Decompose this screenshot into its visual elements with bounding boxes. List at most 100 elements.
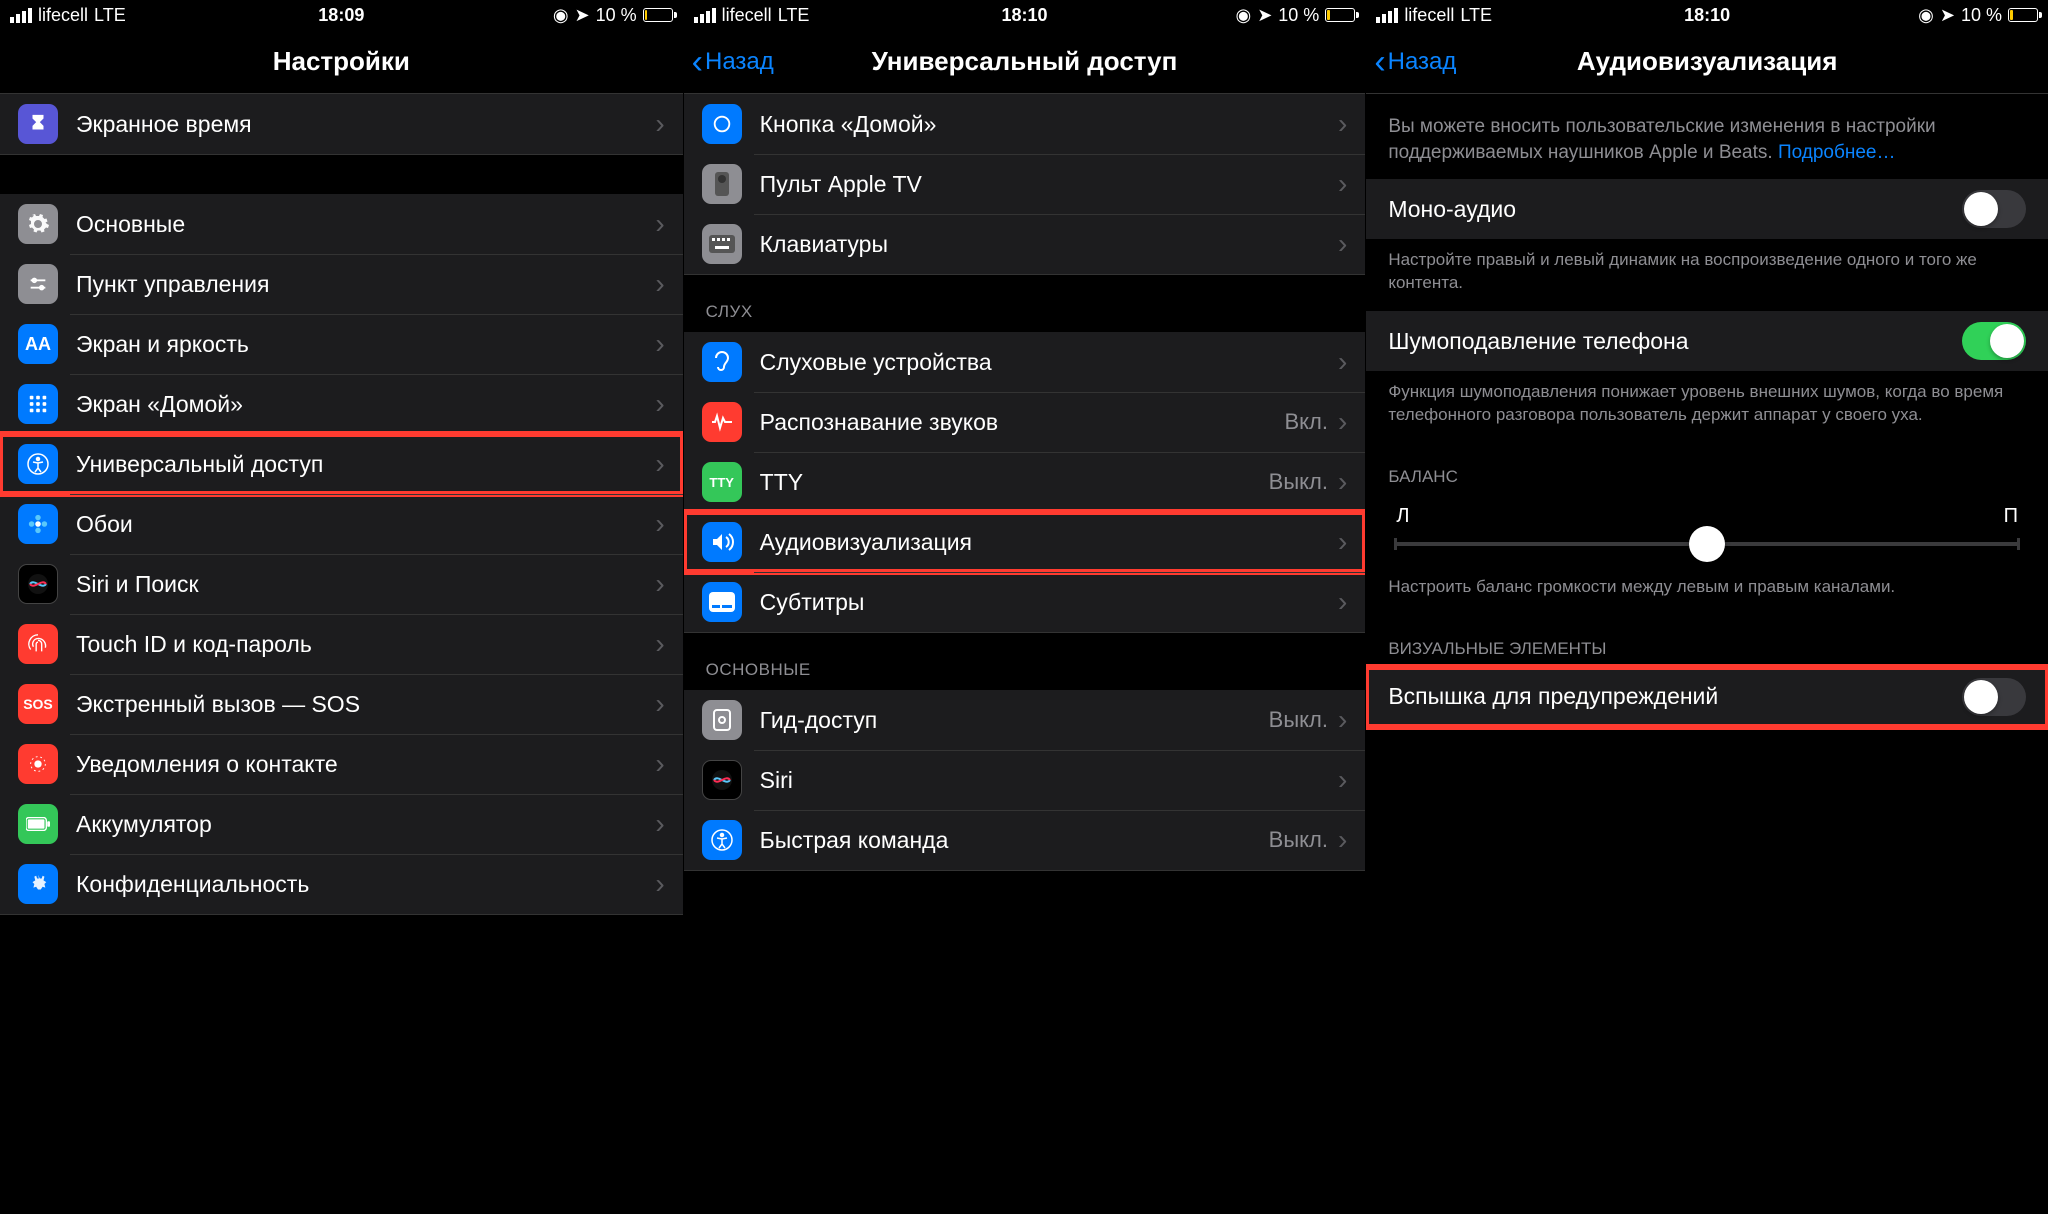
access-icon <box>18 444 58 484</box>
chevron-right-icon: › <box>1338 586 1347 618</box>
status-bar: lifecell LTE 18:10 ◉ ➤ 10 % <box>1366 0 2048 30</box>
row-label: Обои <box>76 511 655 538</box>
chevron-right-icon: › <box>655 628 664 660</box>
list-row[interactable]: Siri и Поиск› <box>0 554 683 614</box>
row-label: Универсальный доступ <box>76 451 655 478</box>
chevron-right-icon: › <box>1338 526 1347 558</box>
cc-icon <box>702 582 742 622</box>
row-label: Вспышка для предупреждений <box>1388 683 1718 710</box>
aa-icon: AA <box>18 324 58 364</box>
list-row[interactable]: Клавиатуры› <box>684 214 1366 274</box>
list-row[interactable]: Субтитры› <box>684 572 1366 632</box>
back-button[interactable]: ‹ Назад <box>692 45 774 79</box>
section-header-visual: ВИЗУАЛЬНЫЕ ЭЛЕМЕНТЫ <box>1366 615 2048 667</box>
intro-text: Вы можете вносить пользовательские измен… <box>1366 94 2048 179</box>
status-bar: lifecell LTE 18:10 ◉ ➤ 10 % <box>684 0 1366 30</box>
back-button[interactable]: ‹ Назад <box>1374 45 1456 79</box>
list-row[interactable]: Слуховые устройства› <box>684 332 1366 392</box>
list-row[interactable]: Кнопка «Домой»› <box>684 94 1366 154</box>
balance-slider-row: Л П <box>1366 495 2048 566</box>
switch-noise-cancel[interactable] <box>1962 322 2026 360</box>
guide-icon <box>702 700 742 740</box>
grid-icon <box>18 384 58 424</box>
wave-icon <box>702 402 742 442</box>
slider-thumb[interactable] <box>1689 526 1725 562</box>
nav-bar: ‹ Назад Универсальный доступ <box>684 30 1366 94</box>
list-row[interactable]: Пульт Apple TV› <box>684 154 1366 214</box>
flower-icon <box>18 504 58 544</box>
row-label: TTY <box>760 469 1269 496</box>
row-label: Аудиовизуализация <box>760 529 1338 556</box>
row-label: Экстренный вызов — SOS <box>76 691 655 718</box>
row-detail: Выкл. <box>1269 469 1328 495</box>
chevron-right-icon: › <box>1338 764 1347 796</box>
battery-icon <box>2008 8 2038 22</box>
list-row[interactable]: Уведомления о контакте› <box>0 734 683 794</box>
list-row[interactable]: SOSЭкстренный вызов — SOS› <box>0 674 683 734</box>
list-row[interactable]: Основные› <box>0 194 683 254</box>
chevron-left-icon: ‹ <box>692 45 703 79</box>
row-detail: Выкл. <box>1269 827 1328 853</box>
list-row[interactable]: Универсальный доступ› <box>0 434 683 494</box>
row-label: Экран «Домой» <box>76 391 655 418</box>
ear-icon <box>702 342 742 382</box>
battery-icon <box>1325 8 1355 22</box>
access-icon <box>702 820 742 860</box>
list-row[interactable]: AAЭкран и яркость› <box>0 314 683 374</box>
row-label: Гид-доступ <box>760 707 1269 734</box>
exposure-icon <box>18 744 58 784</box>
list-row[interactable]: Конфиденциальность› <box>0 854 683 914</box>
home-icon <box>702 104 742 144</box>
chevron-right-icon: › <box>655 208 664 240</box>
sliders-icon <box>18 264 58 304</box>
row-noise-cancel[interactable]: Шумоподавление телефона <box>1366 311 2048 371</box>
list-row[interactable]: Распознавание звуковВкл.› <box>684 392 1366 452</box>
clock: 18:10 <box>684 5 1366 26</box>
finger-icon <box>18 624 58 664</box>
remote-icon <box>702 164 742 204</box>
list-row[interactable]: Touch ID и код-пароль› <box>0 614 683 674</box>
list-row[interactable]: Обои› <box>0 494 683 554</box>
switch-mono-audio[interactable] <box>1962 190 2026 228</box>
list-row[interactable]: Экран «Домой»› <box>0 374 683 434</box>
battery-icon <box>18 804 58 844</box>
chevron-right-icon: › <box>655 808 664 840</box>
chevron-right-icon: › <box>1338 346 1347 378</box>
chevron-right-icon: › <box>1338 466 1347 498</box>
row-label: Слуховые устройства <box>760 349 1338 376</box>
row-label: Siri <box>760 767 1338 794</box>
row-detail: Выкл. <box>1269 707 1328 733</box>
list-row[interactable]: Siri› <box>684 750 1366 810</box>
list-row[interactable]: Быстрая командаВыкл.› <box>684 810 1366 870</box>
row-mono-audio[interactable]: Моно-аудио <box>1366 179 2048 239</box>
list-row[interactable]: Аудиовизуализация› <box>684 512 1366 572</box>
row-label: Клавиатуры <box>760 231 1338 258</box>
battery-icon <box>643 8 673 22</box>
clock: 18:10 <box>1366 5 2048 26</box>
section-header-balance: БАЛАНС <box>1366 443 2048 495</box>
balance-slider[interactable] <box>1394 542 2020 546</box>
screen-audio-visual: lifecell LTE 18:10 ◉ ➤ 10 % ‹ Назад Ауди… <box>1365 0 2048 1214</box>
nav-bar: ‹ Назад Аудиовизуализация <box>1366 30 2048 94</box>
page-title: Настройки <box>273 46 410 77</box>
row-flash-alerts[interactable]: Вспышка для предупреждений <box>1366 667 2048 727</box>
chevron-right-icon: › <box>1338 228 1347 260</box>
list-row[interactable]: Аккумулятор› <box>0 794 683 854</box>
footer-balance: Настроить баланс громкости между левым и… <box>1366 566 2048 615</box>
list-row[interactable]: Гид-доступВыкл.› <box>684 690 1366 750</box>
screen-accessibility: lifecell LTE 18:10 ◉ ➤ 10 % ‹ Назад Унив… <box>683 0 1366 1214</box>
row-label: Пункт управления <box>76 271 655 298</box>
row-label: Siri и Поиск <box>76 571 655 598</box>
audio-icon <box>702 522 742 562</box>
switch-flash-alerts[interactable] <box>1962 678 2026 716</box>
chevron-right-icon: › <box>655 568 664 600</box>
list-row[interactable]: Экранное время› <box>0 94 683 154</box>
chevron-right-icon: › <box>1338 824 1347 856</box>
row-label: Уведомления о контакте <box>76 751 655 778</box>
gear-icon <box>18 204 58 244</box>
list-row[interactable]: Пункт управления› <box>0 254 683 314</box>
back-label: Назад <box>705 48 774 76</box>
list-row[interactable]: TTYTTYВыкл.› <box>684 452 1366 512</box>
learn-more-link[interactable]: Подробнее… <box>1778 142 1896 163</box>
chevron-right-icon: › <box>655 448 664 480</box>
